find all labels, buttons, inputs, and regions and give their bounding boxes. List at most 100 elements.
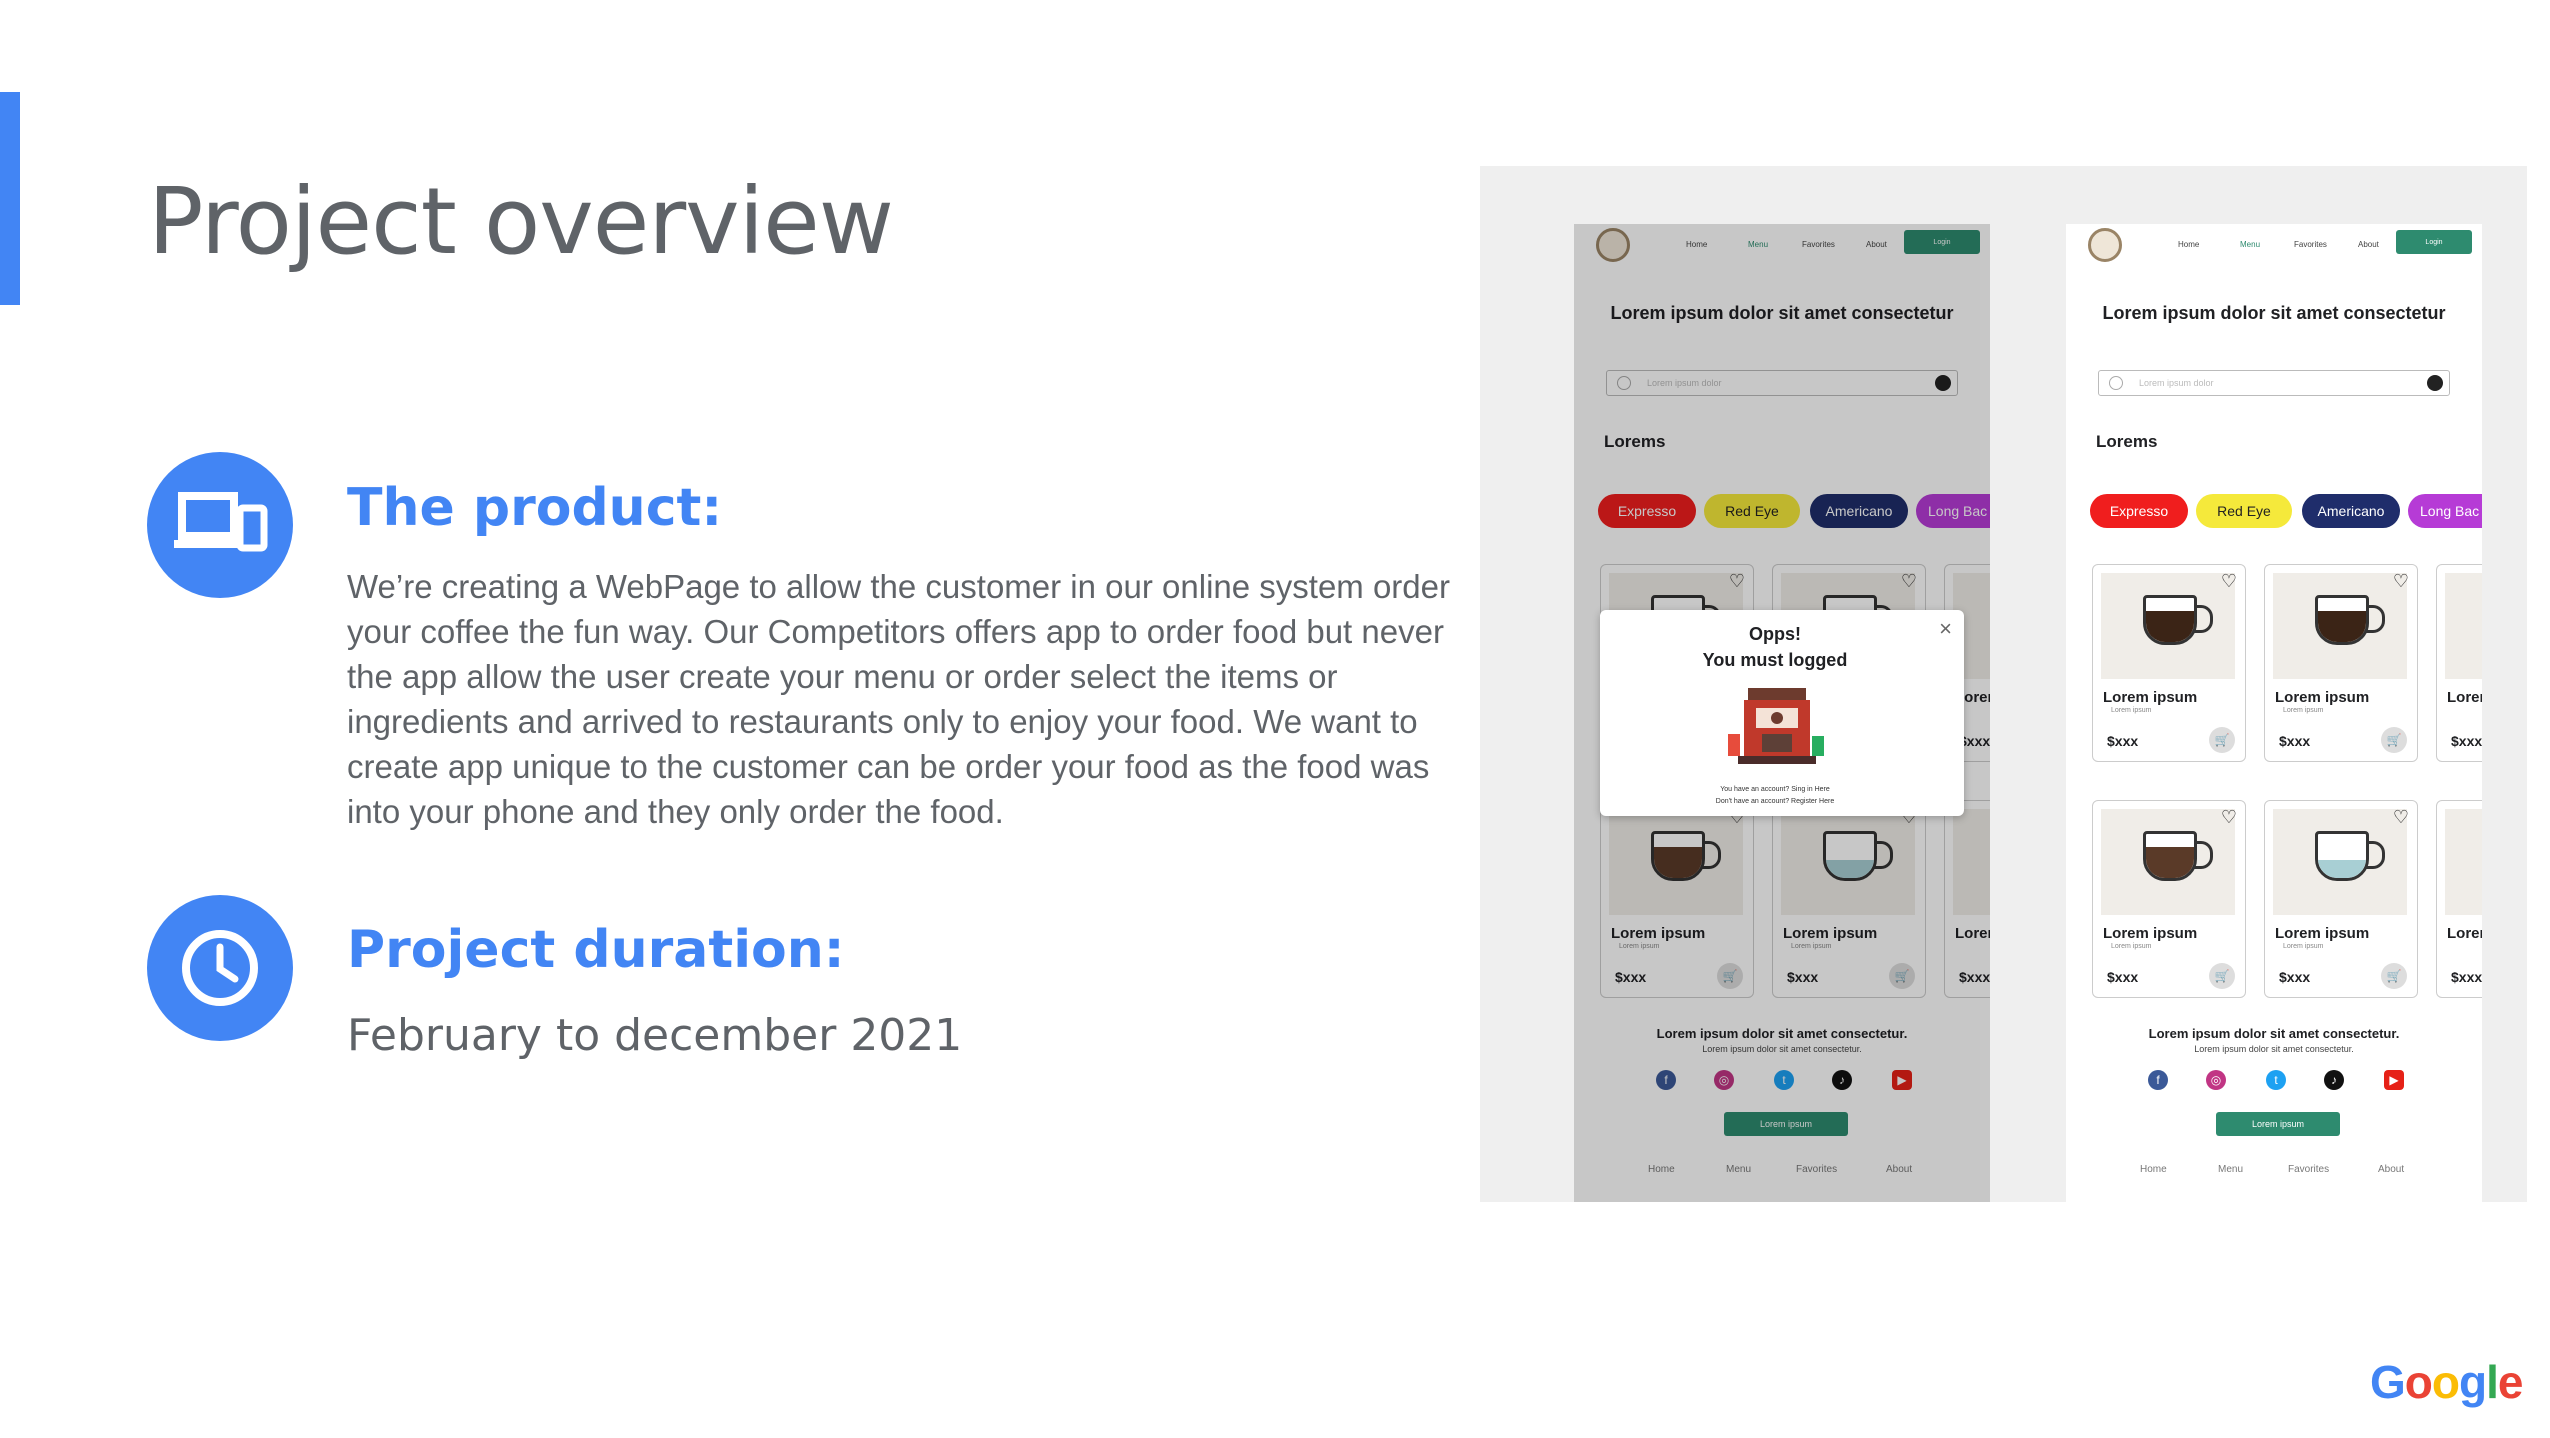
search-input[interactable]: Lorem ipsum dolor: [1606, 370, 1958, 396]
product-card[interactable]: ♡ Lorem ipsum Lorem ipsum $xxx 🛒: [2092, 800, 2246, 998]
heart-icon[interactable]: ♡: [2221, 571, 2237, 592]
product-card[interactable]: ♡ Lorem ipsum Lorem ipsum $xxx 🛒: [2264, 564, 2418, 762]
card-name: Lorem ipsum: [1611, 925, 1706, 942]
coffee-image: [2273, 573, 2407, 679]
login-button[interactable]: Login: [2396, 230, 2472, 254]
card-price: $xxx: [2451, 969, 2482, 985]
duration-value: February to december 2021: [347, 1010, 963, 1061]
card-price: $xxx: [2107, 733, 2139, 749]
product-card[interactable]: Lorem ipsum $xxx: [2436, 800, 2482, 998]
nav-favorites[interactable]: Favorites: [2294, 240, 2327, 249]
chip-expresso[interactable]: Expresso: [1598, 494, 1696, 528]
twitter-icon[interactable]: t: [1774, 1070, 1794, 1090]
heart-icon[interactable]: ♡: [1901, 571, 1917, 592]
card-subtitle: Lorem ipsum: [2111, 943, 2152, 950]
coffee-image: [1609, 809, 1743, 915]
product-card[interactable]: ♡ Lorem ipsum Lorem ipsum $xxx 🛒: [2092, 564, 2246, 762]
bottom-nav-favorites[interactable]: Favorites: [2288, 1164, 2329, 1175]
nav-home[interactable]: Home: [2178, 240, 2199, 249]
facebook-icon[interactable]: f: [1656, 1070, 1676, 1090]
card-subtitle: Lorem ipsum: [1619, 943, 1660, 950]
mockup-screen-logged-out: Home Menu Favorites About Login Lorem ip…: [1574, 224, 1990, 1202]
card-name: Lorem ipsum: [1783, 925, 1878, 942]
card-subtitle: Lorem ipsum: [1791, 943, 1832, 950]
hero-heading: Lorem ipsum dolor sit amet consectetur: [2102, 303, 2446, 323]
facebook-icon[interactable]: f: [2148, 1070, 2168, 1090]
chip-red-eye[interactable]: Red Eye: [2196, 494, 2292, 528]
product-card[interactable]: Lorem ipsum $xxx: [1944, 800, 1990, 998]
chip-americano[interactable]: Americano: [2302, 494, 2400, 528]
youtube-icon[interactable]: ▶: [1892, 1070, 1912, 1090]
bottom-nav-favorites[interactable]: Favorites: [1796, 1164, 1837, 1175]
nav-menu[interactable]: Menu: [2240, 240, 2260, 249]
footer-button[interactable]: Lorem ipsum: [1724, 1112, 1848, 1136]
instagram-icon[interactable]: ◎: [2206, 1070, 2226, 1090]
card-subtitle: Lorem ipsum: [2283, 707, 2324, 714]
coffee-image: [1781, 809, 1915, 915]
product-card[interactable]: ♡ Lorem ipsum Lorem ipsum $xxx 🛒: [1772, 800, 1926, 998]
card-name: Lorem ipsum: [2447, 925, 2482, 942]
card-name: Lorem ipsum: [2275, 689, 2370, 706]
coffee-cup-icon[interactable]: [2427, 375, 2443, 391]
bottom-nav-home[interactable]: Home: [1648, 1164, 1675, 1175]
heart-icon[interactable]: ♡: [2221, 807, 2237, 828]
chip-red-eye[interactable]: Red Eye: [1704, 494, 1800, 528]
brand-logo: [1596, 228, 1630, 262]
card-name: Lorem ipsum: [1955, 925, 1990, 942]
register-link[interactable]: Don't have an account? Register Here: [1600, 798, 1950, 805]
bottom-nav-menu[interactable]: Menu: [2218, 1164, 2243, 1175]
cart-icon[interactable]: 🛒: [2381, 963, 2407, 989]
heart-icon[interactable]: ♡: [2393, 571, 2409, 592]
card-price: $xxx: [2107, 969, 2139, 985]
coffee-image: [2101, 809, 2235, 915]
footer-subtitle: Lorem ipsum dolor sit amet consectetur.: [2194, 1044, 2354, 1054]
slide-title: Project overview: [148, 168, 894, 275]
product-card[interactable]: Lorem ipsum $xxx: [2436, 564, 2482, 762]
bottom-nav-menu[interactable]: Menu: [1726, 1164, 1751, 1175]
nav-about[interactable]: About: [2358, 240, 2379, 249]
coffee-image: [2445, 809, 2482, 915]
instagram-icon[interactable]: ◎: [1714, 1070, 1734, 1090]
cart-icon[interactable]: 🛒: [2209, 963, 2235, 989]
search-input[interactable]: Lorem ipsum dolor: [2098, 370, 2450, 396]
tiktok-icon[interactable]: ♪: [1832, 1070, 1852, 1090]
chip-long-bac[interactable]: Long Bac: [1916, 494, 1990, 528]
product-heading: The product:: [347, 478, 723, 538]
cart-icon[interactable]: 🛒: [1889, 963, 1915, 989]
card-name: Lorem ipsum: [2275, 925, 2370, 942]
chip-americano[interactable]: Americano: [1810, 494, 1908, 528]
duration-heading: Project duration:: [347, 920, 845, 980]
nav-menu[interactable]: Menu: [1748, 240, 1768, 249]
product-card[interactable]: ♡ Lorem ipsum Lorem ipsum $xxx 🛒: [1600, 800, 1754, 998]
footer-subtitle: Lorem ipsum dolor sit amet consectetur.: [1702, 1044, 1862, 1054]
heart-icon[interactable]: ♡: [1729, 571, 1745, 592]
chip-long-bac[interactable]: Long Bac: [2408, 494, 2482, 528]
cart-icon[interactable]: 🛒: [2381, 727, 2407, 753]
login-button[interactable]: Login: [1904, 230, 1980, 254]
product-card[interactable]: ♡ Lorem ipsum Lorem ipsum $xxx 🛒: [2264, 800, 2418, 998]
heart-icon[interactable]: ♡: [2393, 807, 2409, 828]
bottom-nav-about[interactable]: About: [2378, 1164, 2404, 1175]
nav-home[interactable]: Home: [1686, 240, 1707, 249]
product-description: We’re creating a WebPage to allow the cu…: [347, 568, 1450, 830]
tiktok-icon[interactable]: ♪: [2324, 1070, 2344, 1090]
search-icon: [2109, 376, 2123, 390]
chip-expresso[interactable]: Expresso: [2090, 494, 2188, 528]
card-name: Lorem ipsum: [2447, 689, 2482, 706]
card-price: $xxx: [2451, 733, 2482, 749]
coffee-image: [1953, 809, 1990, 915]
youtube-icon[interactable]: ▶: [2384, 1070, 2404, 1090]
coffee-image: [2445, 573, 2482, 679]
section-heading: Lorems: [2096, 432, 2158, 451]
coffee-cup-icon[interactable]: [1935, 375, 1951, 391]
sign-in-link[interactable]: You have an account? Sing in Here: [1600, 786, 1950, 793]
bottom-nav-about[interactable]: About: [1886, 1164, 1912, 1175]
footer-button[interactable]: Lorem ipsum: [2216, 1112, 2340, 1136]
card-price: $xxx: [1615, 969, 1647, 985]
nav-about[interactable]: About: [1866, 240, 1887, 249]
twitter-icon[interactable]: t: [2266, 1070, 2286, 1090]
cart-icon[interactable]: 🛒: [1717, 963, 1743, 989]
bottom-nav-home[interactable]: Home: [2140, 1164, 2167, 1175]
nav-favorites[interactable]: Favorites: [1802, 240, 1835, 249]
cart-icon[interactable]: 🛒: [2209, 727, 2235, 753]
